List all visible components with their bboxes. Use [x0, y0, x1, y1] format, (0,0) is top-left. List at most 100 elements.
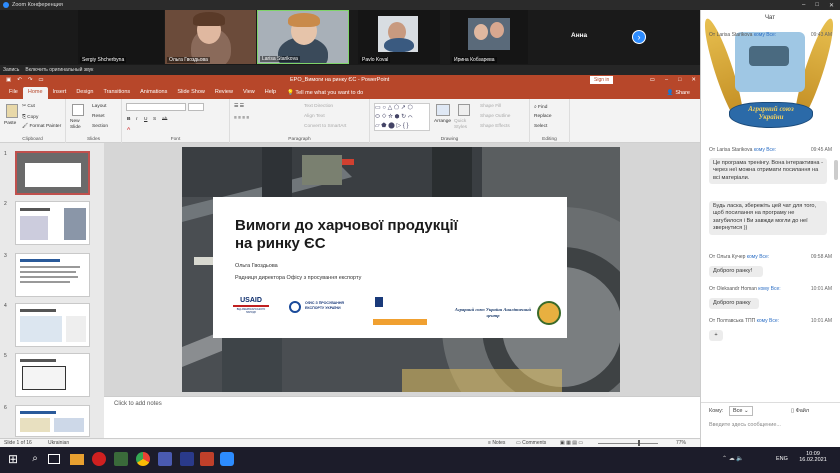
comments-toggle[interactable]: ▭ Comments — [516, 440, 546, 446]
slide-thumbnail[interactable] — [15, 201, 90, 245]
copy-button[interactable]: ⎘ Copy — [22, 114, 38, 120]
powerpoint-icon[interactable] — [200, 452, 214, 466]
format-painter-button[interactable]: 🖌 Format Painter — [22, 124, 61, 129]
input-language[interactable]: ENG — [776, 456, 788, 462]
shadow-icon[interactable]: S — [153, 117, 156, 122]
paste-icon[interactable] — [6, 104, 18, 118]
start-slideshow-icon[interactable]: ▭ — [38, 77, 43, 83]
slide-author[interactable]: Ольга Гвоздьова — [235, 263, 278, 269]
chat-scrollbar[interactable] — [834, 160, 838, 180]
text-direction-button[interactable]: Text Direction — [304, 104, 333, 109]
slide-role[interactable]: Радниця директора Офісу з просування екс… — [235, 275, 361, 281]
participant-tile[interactable]: Larisa Starikova — [257, 10, 349, 64]
chat-to[interactable]: кому Все: — [754, 32, 776, 38]
participant-tile[interactable]: Ирина Кобзарева — [450, 10, 528, 64]
slide-thumbnail[interactable] — [15, 253, 90, 297]
sign-in-button[interactable]: Sign in — [590, 76, 614, 84]
quick-styles-icon[interactable] — [458, 104, 470, 116]
shape-outline-button[interactable]: Shape Outline — [480, 114, 510, 119]
italic-icon[interactable]: I — [136, 117, 137, 122]
notes-placeholder[interactable]: Click to add notes — [114, 401, 162, 407]
select-button[interactable]: Select — [534, 124, 547, 129]
font-size-select[interactable] — [188, 103, 204, 111]
share-button[interactable]: 👤 Share — [667, 90, 690, 96]
participant-tile[interactable]: Ольга Гвоздьова — [165, 10, 256, 64]
save-icon[interactable]: ▣ — [6, 77, 11, 83]
shape-effects-button[interactable]: Shape Effects — [480, 124, 510, 129]
zoom-level[interactable]: 77% — [676, 440, 686, 446]
current-slide[interactable]: Вимоги до харчової продукції на ринку ЄС… — [182, 147, 620, 392]
strikethrough-icon[interactable]: ab — [162, 117, 167, 122]
shape-fill-button[interactable]: Shape Fill — [480, 104, 501, 109]
zoom-slider-thumb[interactable] — [638, 440, 640, 446]
chat-to[interactable]: кому Все: — [747, 254, 769, 260]
slide-title[interactable]: Вимоги до харчової продукції на ринку ЄС — [235, 217, 458, 253]
teams-icon[interactable] — [158, 452, 172, 466]
new-slide-button[interactable]: New Slide — [70, 119, 88, 131]
font-name-select[interactable] — [126, 103, 186, 111]
app-icon[interactable] — [114, 452, 128, 466]
minimize-icon[interactable]: – — [665, 77, 668, 83]
chat-to[interactable]: кому Все: — [754, 147, 776, 153]
arrange-icon[interactable] — [436, 104, 450, 116]
new-slide-icon[interactable] — [72, 104, 84, 116]
paste-button[interactable]: Paste — [4, 121, 16, 126]
clock[interactable]: 10:09 16.02.2021 — [798, 451, 828, 463]
tab-transitions[interactable]: Transitions — [98, 87, 135, 99]
slide-thumbnail[interactable] — [15, 405, 90, 437]
task-view-icon[interactable] — [48, 454, 60, 464]
view-buttons[interactable]: ▣ ▦ ▤ ▭ — [560, 440, 583, 446]
ribbon-display-icon[interactable]: ▭ — [650, 77, 655, 83]
participant-tile[interactable]: Pavlo Koval — [358, 10, 440, 64]
tab-design[interactable]: Design — [71, 87, 98, 99]
chat-to[interactable]: кому Все: — [757, 318, 779, 324]
notes-pane[interactable]: Click to add notes — [104, 396, 700, 438]
tell-me-search[interactable]: 💡 Tell me what you want to do — [287, 90, 363, 99]
participant-tile[interactable]: Sergiy Shcherbyna — [78, 10, 164, 64]
reset-button[interactable]: Reset — [92, 114, 105, 119]
record-indicator[interactable]: Запись — [3, 67, 19, 73]
tab-animations[interactable]: Animations — [135, 87, 172, 99]
chat-to[interactable]: кому Все: — [758, 286, 780, 292]
maximize-icon[interactable]: □ — [815, 2, 819, 9]
close-icon[interactable]: ✕ — [691, 77, 696, 83]
windows-start-icon[interactable]: ⊞ — [6, 452, 20, 466]
chat-file-button[interactable]: ▯ Файл — [791, 408, 809, 414]
bold-icon[interactable]: B — [127, 117, 130, 122]
chrome-icon[interactable] — [136, 452, 150, 466]
replace-button[interactable]: Replace — [534, 114, 552, 119]
app-icon[interactable] — [180, 452, 194, 466]
tray-icons[interactable]: ⌃ ☁ 🔈 — [722, 455, 744, 462]
zoom-app-icon[interactable] — [220, 452, 234, 466]
tab-insert[interactable]: Insert — [48, 87, 72, 99]
align-text-button[interactable]: Align Text — [304, 114, 325, 119]
undo-icon[interactable]: ↶ — [17, 77, 22, 83]
layout-button[interactable]: Layout — [92, 104, 106, 109]
search-icon[interactable]: ⌕ — [28, 452, 42, 466]
quick-styles-button[interactable]: Quick Styles — [454, 119, 476, 131]
cut-button[interactable]: ✂ Cut — [22, 104, 35, 109]
original-sound-button[interactable]: Включить оригинальный звук — [25, 67, 93, 73]
participant-tile[interactable]: Анна — [535, 10, 625, 64]
chat-recipient-select[interactable]: Все ⌄ — [729, 406, 753, 416]
slide-thumbnails-pane[interactable]: 1 2 3 4 5 6 — [0, 143, 104, 438]
redo-icon[interactable]: ↷ — [28, 77, 33, 83]
file-explorer-icon[interactable] — [70, 454, 84, 465]
font-color-icon[interactable]: A — [127, 127, 130, 132]
tab-help[interactable]: Help — [260, 87, 281, 99]
close-icon[interactable]: ✕ — [829, 2, 834, 9]
convert-smartart-button[interactable]: Convert to SmartArt — [304, 124, 346, 129]
slide-thumbnail[interactable] — [15, 353, 90, 397]
section-button[interactable]: Section — [92, 124, 108, 129]
align-icons[interactable]: ≡ ≡ ≡ ≡ — [234, 116, 249, 121]
tab-file[interactable]: File — [4, 87, 23, 99]
minimize-icon[interactable]: – — [802, 2, 805, 9]
bullets-icon[interactable]: ☰ ☰ — [234, 104, 244, 109]
tab-view[interactable]: View — [238, 87, 260, 99]
opera-icon[interactable] — [92, 452, 106, 466]
maximize-icon[interactable]: □ — [678, 77, 681, 83]
language-indicator[interactable]: Ukrainian — [48, 440, 69, 446]
tab-home[interactable]: Home — [22, 87, 48, 99]
tab-review[interactable]: Review — [210, 87, 238, 99]
tab-slide-show[interactable]: Slide Show — [172, 87, 210, 99]
